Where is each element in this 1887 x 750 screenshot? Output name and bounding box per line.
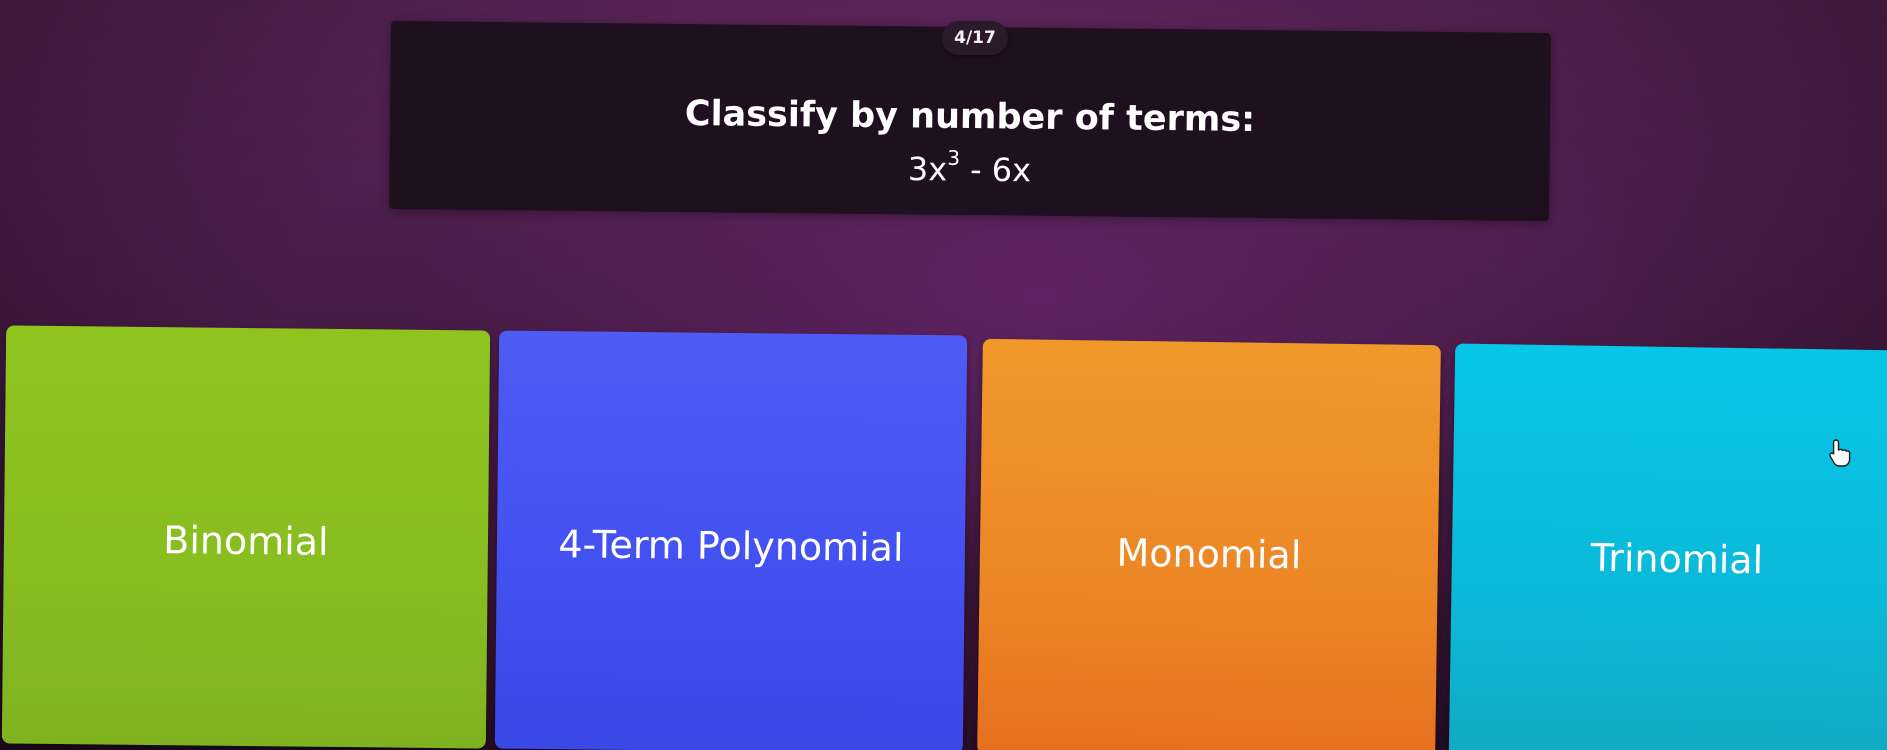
answer-option-trinomial[interactable]: Trinomial — [1448, 343, 1887, 750]
expression-exponent: 3 — [947, 145, 961, 170]
answer-option-label: Monomial — [1116, 530, 1302, 577]
answer-option-binomial[interactable]: Binomial — [1, 325, 491, 749]
question-prompt: Classify by number of terms: — [684, 94, 1256, 140]
question-expression: 3x3 - 6x — [389, 144, 1549, 195]
hand-pointer-icon — [1829, 439, 1851, 467]
question-counter-badge: 4/17 — [942, 21, 1008, 55]
answer-option-label: Binomial — [163, 518, 329, 564]
expression-term-2: - 6x — [959, 150, 1032, 190]
answer-option-monomial[interactable]: Monomial — [977, 338, 1441, 750]
answer-option-label: Trinomial — [1590, 535, 1764, 582]
answer-option-4-term-polynomial[interactable]: 4-Term Polynomial — [494, 330, 968, 750]
expression-term-1: 3x — [907, 150, 948, 189]
answer-option-label: 4-Term Polynomial — [558, 522, 904, 570]
